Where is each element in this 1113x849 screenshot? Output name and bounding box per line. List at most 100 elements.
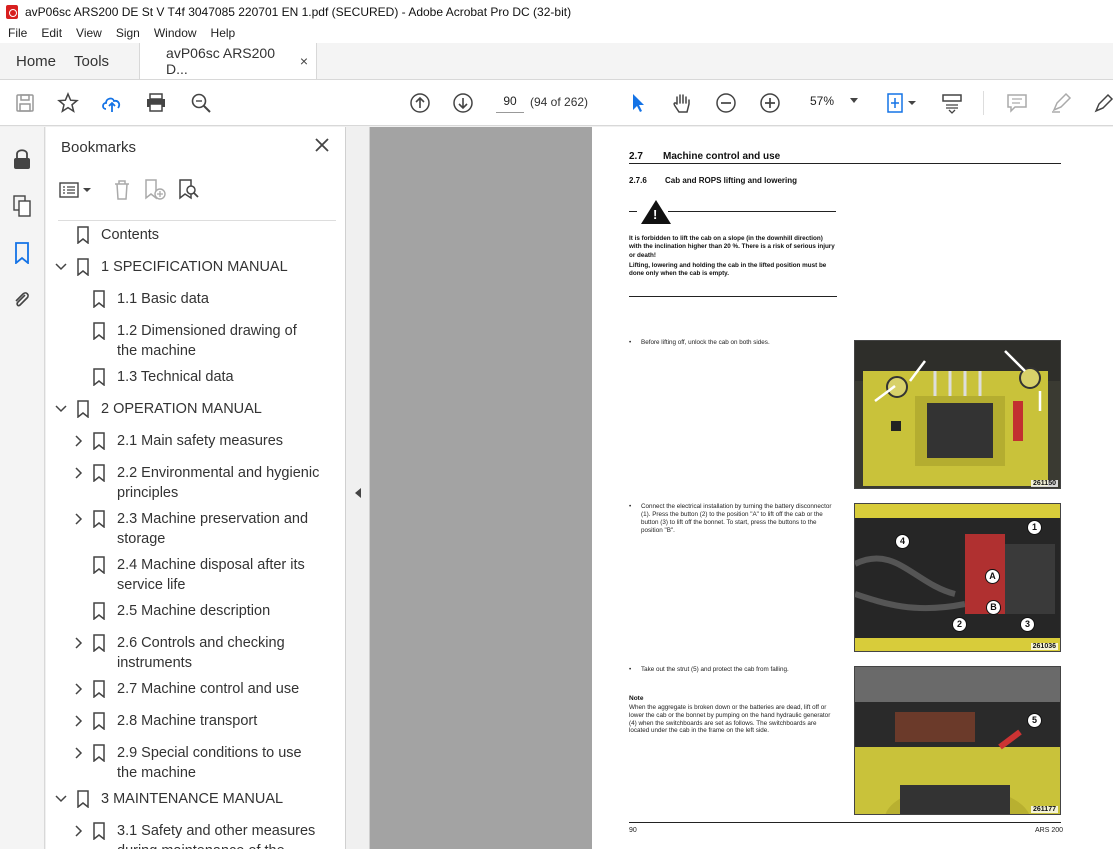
left-rail (0, 127, 45, 849)
tab-home[interactable]: Home (0, 43, 72, 79)
callout-4: 4 (895, 534, 910, 549)
close-tab-icon[interactable]: × (300, 53, 316, 69)
menu-window[interactable]: Window (147, 26, 204, 40)
subsection-title: Cab and ROPS lifting and lowering (665, 176, 798, 185)
options-menu-icon[interactable] (58, 177, 94, 203)
chevron-down-icon[interactable] (54, 401, 68, 417)
warning-text: It is forbidden to lift the cab on a slo… (629, 235, 837, 278)
menu-file[interactable]: File (0, 26, 34, 40)
star-icon[interactable] (56, 91, 80, 115)
warning-rule-right (668, 211, 836, 212)
page-number-input[interactable]: 90 (496, 89, 524, 113)
subsection-number: 2.7.6 (629, 176, 647, 185)
close-icon[interactable] (312, 135, 332, 155)
bookmarks-toolbar (58, 177, 318, 203)
tab-document[interactable]: avP06sc ARS200 D... × (139, 43, 318, 79)
photo-cab-locks: 261150 (854, 340, 1061, 489)
chevron-right-icon[interactable] (72, 465, 86, 481)
zoom-value: 57% (810, 94, 835, 108)
bookmark-icon (93, 322, 105, 340)
window-title: avP06sc ARS200 DE St V T4f 3047085 22070… (25, 4, 572, 19)
bookmarks-panel-icon[interactable] (10, 241, 34, 265)
subsection-heading: 2.7.6 Cab and ROPS lifting and lowering (629, 176, 797, 185)
bookmark-icon (93, 822, 105, 840)
bookmark-label-line2: service life (117, 577, 186, 593)
menu-edit[interactable]: Edit (34, 26, 69, 40)
callout-1: 1 (1027, 520, 1042, 535)
tab-document-label: avP06sc ARS200 D... (166, 45, 276, 77)
delete-icon[interactable] (109, 177, 135, 203)
warning-paragraph-2: Lifting, lowering and holding the cab in… (629, 261, 827, 278)
previous-page-icon[interactable] (408, 91, 432, 115)
menu-bar: File Edit View Sign Window Help (0, 23, 1113, 43)
photo-code: 261036 (1030, 643, 1058, 650)
bookmark-label: 2.5 Machine description (117, 603, 271, 619)
chevron-right-icon[interactable] (72, 713, 86, 729)
scroll-mode-icon[interactable] (940, 91, 964, 115)
bookmark-label: 1.2 Dimensioned drawing of (117, 323, 297, 339)
collapse-panel-button[interactable] (346, 127, 370, 849)
heading-rule (629, 163, 1061, 164)
cab-locks-image (855, 341, 1060, 486)
zoom-in-icon[interactable] (758, 91, 782, 115)
step-3-text: Take out the strut (5) and protect the c… (641, 666, 789, 673)
chevron-right-icon[interactable] (72, 433, 86, 449)
menu-view[interactable]: View (69, 26, 109, 40)
chevron-down-icon (850, 98, 858, 103)
section-number: 2.7 (629, 151, 643, 162)
save-icon[interactable] (13, 91, 37, 115)
acrobat-icon (6, 4, 18, 19)
photo-switchboard: 1 A 4 B 2 3 261036 (854, 503, 1061, 652)
step-1: • Before lifting off, unlock the cab on b… (629, 339, 770, 346)
fit-page-icon[interactable] (884, 91, 918, 115)
chevron-down-icon[interactable] (54, 259, 68, 275)
upload-cloud-icon[interactable] (100, 91, 124, 115)
print-icon[interactable] (144, 91, 168, 115)
draw-signature-icon[interactable] (1092, 91, 1113, 115)
bookmark-label: 2.3 Machine preservation and (117, 511, 309, 527)
step-2: • Connect the electrical installation by … (629, 503, 832, 534)
highlight-pen-icon[interactable] (1049, 91, 1073, 115)
title-bar: avP06sc ARS200 DE St V T4f 3047085 22070… (0, 0, 1113, 23)
select-cursor-icon[interactable] (626, 91, 650, 115)
bookmarks-title: Bookmarks (61, 139, 137, 156)
bookmark-label: Contents (101, 227, 160, 243)
zoom-out-icon[interactable] (714, 91, 738, 115)
warning-rule-bottom (629, 296, 837, 297)
warning-rule-left (629, 211, 637, 212)
hand-tool-icon[interactable] (670, 91, 694, 115)
bookmark-label: 2.9 Special conditions to use (117, 745, 302, 761)
bookmark-label-line2: the machine (117, 343, 196, 359)
warning-paragraph-1: It is forbidden to lift the cab on a slo… (629, 235, 835, 259)
lock-icon[interactable] (10, 147, 34, 171)
next-page-icon[interactable] (451, 91, 475, 115)
chevron-right-icon[interactable] (72, 823, 86, 839)
zoom-select[interactable]: 57% (802, 89, 862, 113)
tab-bar: Home Tools avP06sc ARS200 D... × (0, 43, 1113, 80)
bookmark-label: 2.2 Environmental and hygienic (117, 465, 320, 481)
chevron-right-icon[interactable] (72, 635, 86, 651)
bookmark-label-line2: during maintenance of the (117, 841, 285, 849)
chevron-right-icon[interactable] (72, 681, 86, 697)
chevron-right-icon[interactable] (72, 745, 86, 761)
bookmark-label: 1.3 Technical data (117, 369, 234, 385)
zoom-search-icon[interactable] (189, 91, 213, 115)
menu-help[interactable]: Help (204, 26, 243, 40)
bookmark-icon (93, 510, 105, 528)
new-bookmark-icon[interactable] (142, 177, 168, 203)
comment-icon[interactable] (1005, 91, 1029, 115)
tab-tools[interactable]: Tools (72, 43, 125, 79)
bookmark-label: 2.6 Controls and checking (117, 635, 285, 651)
page-footer-model: ARS 200 (1035, 827, 1064, 834)
footer-rule (629, 822, 1061, 823)
find-bookmark-icon[interactable] (176, 177, 202, 203)
chevron-down-icon[interactable] (54, 791, 68, 807)
menu-sign[interactable]: Sign (109, 26, 147, 40)
chevron-right-icon[interactable] (72, 511, 86, 527)
photo-code: 261177 (1031, 806, 1058, 813)
bookmark-label-line2: instruments (117, 655, 192, 671)
note-text: When the aggregate is broken down or the… (629, 704, 831, 735)
note-heading: Note (629, 695, 644, 702)
pages-icon[interactable] (10, 194, 34, 218)
attachment-icon[interactable] (10, 288, 34, 312)
